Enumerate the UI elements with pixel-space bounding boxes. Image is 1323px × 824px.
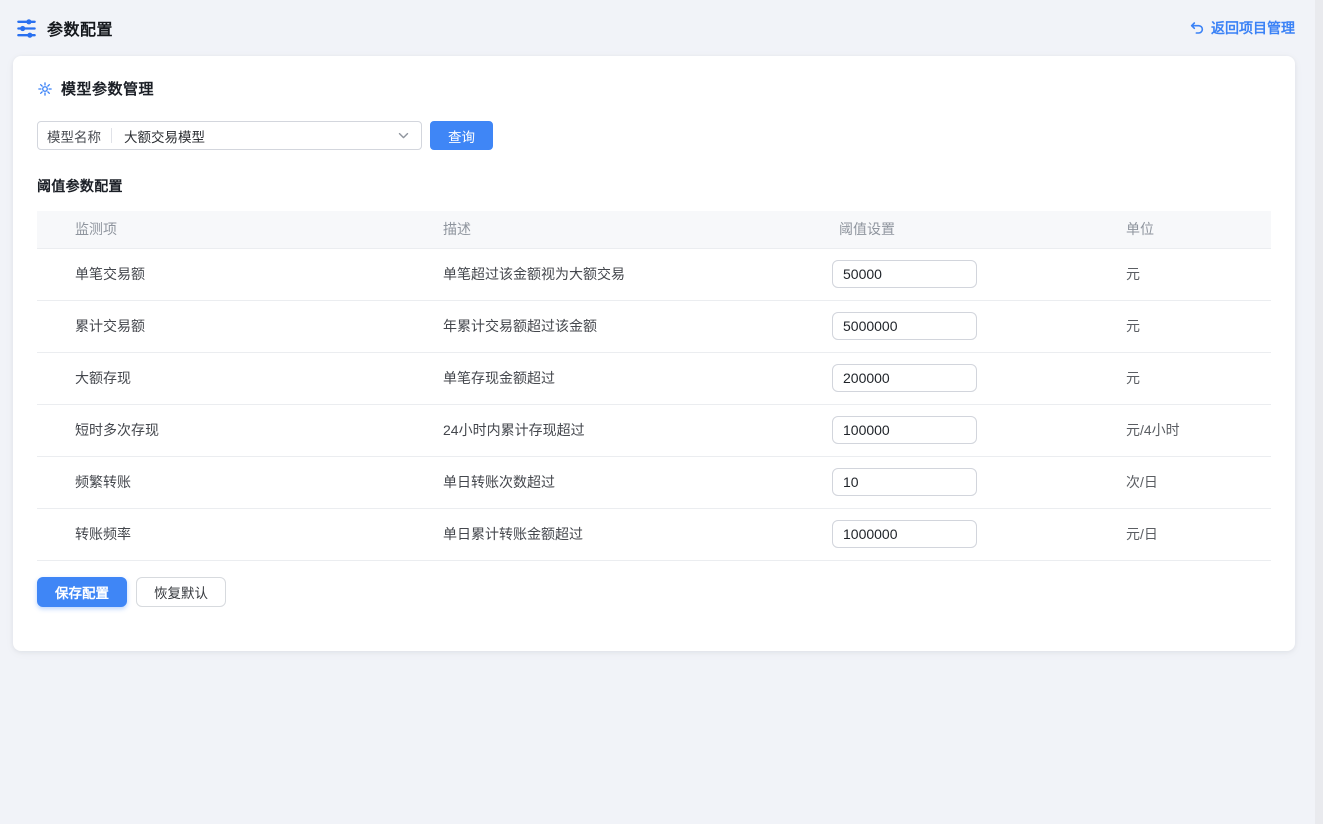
section-header: 模型参数管理 xyxy=(37,78,1271,99)
back-link-label: 返回项目管理 xyxy=(1211,18,1295,38)
unit-cell: 次/日 xyxy=(1118,456,1271,508)
threshold-input[interactable] xyxy=(832,520,977,548)
page-title-group: 参数配置 xyxy=(13,16,113,40)
threshold-section-title: 阈值参数配置 xyxy=(37,176,1271,196)
description-cell: 24小时内累计存现超过 xyxy=(430,404,832,456)
description-cell: 年累计交易额超过该金额 xyxy=(430,300,832,352)
table-header-row: 监测项 描述 阈值设置 单位 xyxy=(37,211,1271,248)
unit-cell: 元 xyxy=(1118,300,1271,352)
undo-icon xyxy=(1189,20,1205,36)
threshold-input[interactable] xyxy=(832,364,977,392)
table-row: 单笔交易额 单笔超过该金额视为大额交易 元 xyxy=(37,248,1271,300)
monitor-item-cell: 短时多次存现 xyxy=(37,404,430,456)
column-header-threshold: 阈值设置 xyxy=(832,211,1118,248)
table-row: 频繁转账 单日转账次数超过 次/日 xyxy=(37,456,1271,508)
model-select-label: 模型名称 xyxy=(38,126,111,146)
query-row: 模型名称 大额交易模型 查询 xyxy=(37,121,1271,150)
restore-defaults-button[interactable]: 恢复默认 xyxy=(136,577,226,607)
scrollbar-track[interactable] xyxy=(1315,0,1323,824)
model-select-value: 大额交易模型 xyxy=(112,126,397,146)
app-root: 参数配置 返回项目管理 模型参数管理 模型名称 xyxy=(0,0,1323,824)
model-params-card: 模型参数管理 模型名称 大额交易模型 查询 阈值参数配置 xyxy=(13,56,1295,651)
section-title: 模型参数管理 xyxy=(61,78,154,99)
table-row: 转账频率 单日累计转账金额超过 元/日 xyxy=(37,508,1271,560)
monitor-item-cell: 转账频率 xyxy=(37,508,430,560)
monitor-item-cell: 累计交易额 xyxy=(37,300,430,352)
threshold-input[interactable] xyxy=(832,468,977,496)
table-row: 累计交易额 年累计交易额超过该金额 元 xyxy=(37,300,1271,352)
threshold-input[interactable] xyxy=(832,260,977,288)
description-cell: 单笔存现金额超过 xyxy=(430,352,832,404)
description-cell: 单笔超过该金额视为大额交易 xyxy=(430,248,832,300)
back-to-projects-link[interactable]: 返回项目管理 xyxy=(1189,18,1295,38)
query-button[interactable]: 查询 xyxy=(430,121,493,150)
sliders-icon xyxy=(15,17,38,40)
table-row: 大额存现 单笔存现金额超过 元 xyxy=(37,352,1271,404)
model-name-select[interactable]: 模型名称 大额交易模型 xyxy=(37,121,422,150)
column-header-item: 监测项 xyxy=(37,211,430,248)
unit-cell: 元 xyxy=(1118,352,1271,404)
page-title: 参数配置 xyxy=(47,16,113,40)
description-cell: 单日转账次数超过 xyxy=(430,456,832,508)
save-config-button[interactable]: 保存配置 xyxy=(37,577,127,607)
gear-icon xyxy=(37,81,53,97)
top-header: 参数配置 返回项目管理 xyxy=(13,0,1295,56)
monitor-item-cell: 频繁转账 xyxy=(37,456,430,508)
column-header-desc: 描述 xyxy=(430,211,832,248)
unit-cell: 元/4小时 xyxy=(1118,404,1271,456)
threshold-input[interactable] xyxy=(832,416,977,444)
threshold-table: 监测项 描述 阈值设置 单位 单笔交易额 单笔超过该金额视为大额交易 元 xyxy=(37,211,1271,561)
chevron-down-icon xyxy=(397,129,421,142)
monitor-item-cell: 大额存现 xyxy=(37,352,430,404)
threshold-input[interactable] xyxy=(832,312,977,340)
unit-cell: 元 xyxy=(1118,248,1271,300)
monitor-item-cell: 单笔交易额 xyxy=(37,248,430,300)
description-cell: 单日累计转账金额超过 xyxy=(430,508,832,560)
actions-row: 保存配置 恢复默认 xyxy=(37,577,1271,607)
unit-cell: 元/日 xyxy=(1118,508,1271,560)
table-row: 短时多次存现 24小时内累计存现超过 元/4小时 xyxy=(37,404,1271,456)
column-header-unit: 单位 xyxy=(1118,211,1271,248)
